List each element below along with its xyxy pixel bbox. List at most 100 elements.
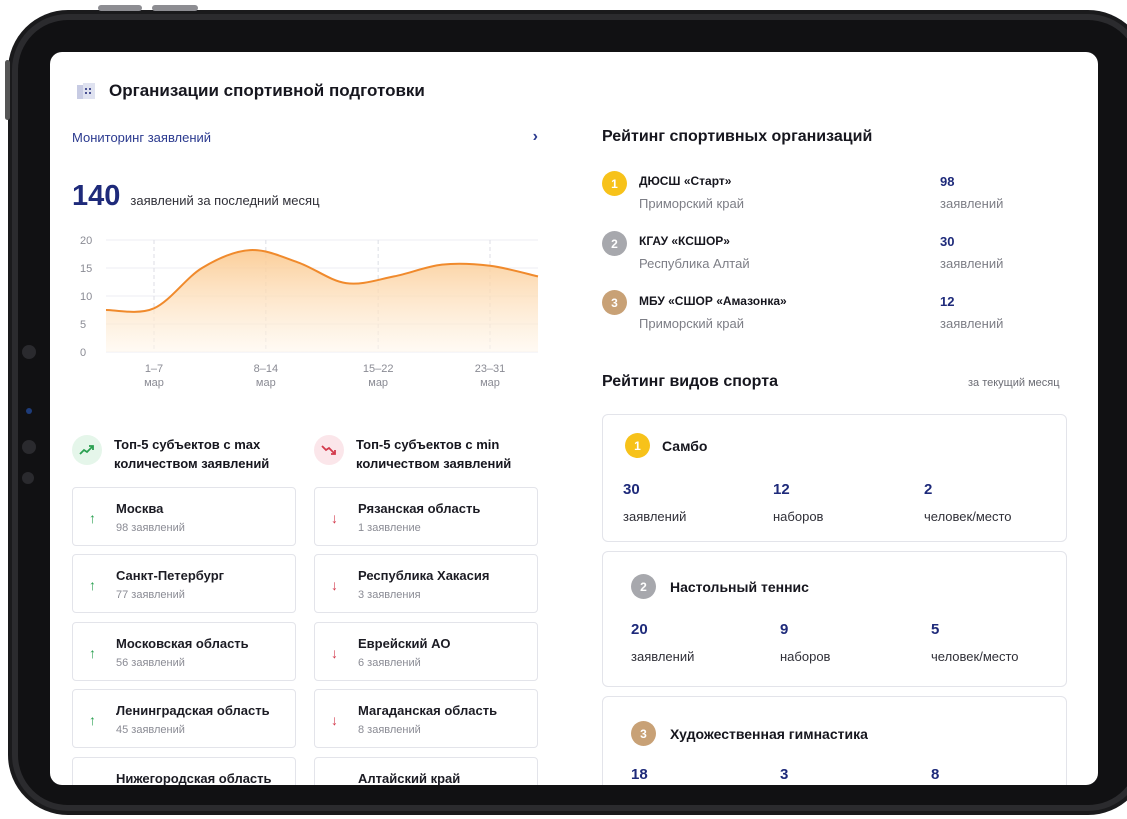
stat-label: заявлений	[623, 509, 687, 524]
arrow-up-icon: ↑	[89, 712, 96, 728]
top-max-item[interactable]: ↑ Санкт-Петербург 77 заявлений	[72, 554, 296, 613]
camera-lens	[26, 408, 32, 414]
arrow-down-icon: ↓	[331, 712, 338, 728]
top-max-title: Топ-5 субъектов с max количеством заявле…	[114, 435, 284, 473]
top-min-title-line: количеством заявлений	[356, 456, 512, 471]
building-icon	[77, 83, 95, 99]
y-tick-label: 20	[80, 235, 92, 247]
stat-value: 9	[780, 621, 789, 638]
area-fill	[106, 250, 538, 352]
region-count: 3 заявления	[358, 589, 421, 601]
sport-name: Настольный теннис	[670, 579, 809, 595]
sensor-dot	[22, 440, 36, 454]
volume-up-button	[98, 5, 142, 11]
arrow-down-icon: ↓	[331, 577, 338, 593]
org-count-unit: заявлений	[940, 316, 1004, 331]
stat-value: 12	[773, 481, 790, 498]
app-screen: Организации спортивной подготовки Монито…	[50, 52, 1098, 785]
sensor-dot	[22, 472, 34, 484]
sport-card[interactable]: 1 Самбо 30 заявлений 12 наборов 2 челове…	[602, 414, 1067, 542]
region-name: Рязанская область	[358, 501, 481, 516]
top-min-item[interactable]: ↓ Еврейский АО 6 заявлений	[314, 622, 538, 681]
top-min-item[interactable]: ↓ Магаданская область 8 заявлений	[314, 689, 538, 748]
region-name: Магаданская область	[358, 703, 498, 718]
camera-dot	[22, 345, 36, 359]
region-name: Нижегородская область	[116, 771, 272, 785]
top-max-title-line: количеством заявлений	[114, 456, 270, 471]
x-tick-label: 23–31	[475, 363, 506, 375]
arrow-up-icon: ↑	[89, 510, 96, 526]
top-max-header: Топ-5 субъектов с max количеством заявле…	[72, 435, 284, 473]
region-count: 45 заявлений	[116, 724, 185, 736]
x-tick-label: 1–7	[145, 363, 163, 375]
x-tick-label: 15–22	[363, 363, 394, 375]
sport-card[interactable]: 3 Художественная гимнастика 18 3 8	[602, 696, 1067, 785]
rank-badge: 1	[602, 171, 627, 196]
y-tick-label: 5	[80, 319, 86, 331]
org-count: 12	[940, 294, 955, 309]
stat-value: 2	[924, 481, 933, 498]
volume-down-button	[152, 5, 198, 11]
stat-label: человек/место	[924, 509, 1012, 524]
arrow-up-icon: ↑	[89, 577, 96, 593]
top-min-title: Топ-5 субъектов с min количеством заявле…	[356, 435, 526, 473]
org-rating-title: Рейтинг спортивных организаций	[602, 128, 873, 145]
top-max-item[interactable]: ↑ Москва 98 заявлений	[72, 487, 296, 546]
region-count: 8 заявлений	[358, 724, 421, 736]
org-count-unit: заявлений	[940, 256, 1004, 271]
rank-badge: 3	[602, 290, 627, 315]
stat-value: 18	[631, 766, 648, 783]
chevron-right-icon[interactable]: ›	[533, 128, 538, 146]
org-name[interactable]: КГАУ «КСШОР»	[639, 234, 730, 248]
org-name[interactable]: ДЮСШ «Старт»	[639, 174, 731, 188]
stat-label: человек/место	[931, 649, 1019, 664]
top-max-item[interactable]: ↑ Нижегородская область	[72, 757, 296, 785]
rank-badge: 3	[631, 721, 656, 746]
top-min-item[interactable]: ↓ Рязанская область 1 заявление	[314, 487, 538, 546]
top-min-item[interactable]: ↓ Республика Хакасия 3 заявления	[314, 554, 538, 613]
y-tick-label: 10	[80, 291, 92, 303]
top-max-item[interactable]: ↑ Ленинградская область 45 заявлений	[72, 689, 296, 748]
summary-count: 140	[72, 180, 121, 212]
x-tick-label: мар	[480, 377, 500, 389]
region-name: Санкт-Петербург	[116, 568, 225, 583]
sport-rating-title: Рейтинг видов спорта	[602, 373, 778, 390]
top-min-item[interactable]: ↓ Алтайский край	[314, 757, 538, 785]
summary-label: заявлений за последний месяц	[130, 193, 320, 208]
monitoring-link[interactable]: Мониторинг заявлений	[72, 130, 211, 145]
trending-up-icon	[72, 435, 102, 465]
stat-value: 30	[623, 481, 640, 498]
org-count-unit: заявлений	[940, 196, 1004, 211]
org-region: Республика Алтай	[639, 256, 750, 271]
top-max-item[interactable]: ↑ Московская область 56 заявлений	[72, 622, 296, 681]
region-count: 1 заявление	[358, 522, 421, 534]
stat-value: 3	[780, 766, 789, 783]
stat-value: 8	[931, 766, 940, 783]
x-tick-label: 8–14	[254, 363, 278, 375]
top-max-title-line: Топ-5 субъектов с max	[114, 437, 261, 452]
org-region: Приморский край	[639, 196, 744, 211]
org-region: Приморский край	[639, 316, 744, 331]
top-min-title-line: Топ-5 субъектов с min	[356, 437, 500, 452]
stat-label: наборов	[773, 509, 824, 524]
sport-name: Самбо	[662, 438, 708, 454]
arrow-up-icon: ↑	[89, 645, 96, 661]
monitoring-link-row[interactable]: Мониторинг заявлений ›	[72, 128, 538, 146]
applications-chart: 20 15 10 5 0 1–7 мар 8–14 мар 15–22 мар 23–31 мар	[80, 235, 539, 389]
arrow-down-icon: ↓	[331, 780, 338, 785]
sport-rating-period[interactable]: за текущий месяц	[968, 377, 1060, 389]
org-count: 30	[940, 234, 955, 249]
trending-down-icon	[314, 435, 344, 465]
region-count: 98 заявлений	[116, 522, 185, 534]
stat-label: наборов	[780, 649, 831, 664]
sport-card[interactable]: 2 Настольный теннис 20 заявлений 9 набор…	[602, 551, 1067, 687]
stat-label: заявлений	[631, 649, 695, 664]
x-tick-label: мар	[144, 377, 164, 389]
sport-name: Художественная гимнастика	[670, 726, 868, 742]
page-title: Организации спортивной подготовки	[109, 81, 425, 100]
region-name: Алтайский край	[358, 771, 461, 785]
x-tick-label: мар	[256, 377, 276, 389]
region-name: Московская область	[116, 636, 249, 651]
org-name[interactable]: МБУ «СШОР «Амазонка»	[639, 294, 787, 308]
region-count: 6 заявлений	[358, 657, 421, 669]
